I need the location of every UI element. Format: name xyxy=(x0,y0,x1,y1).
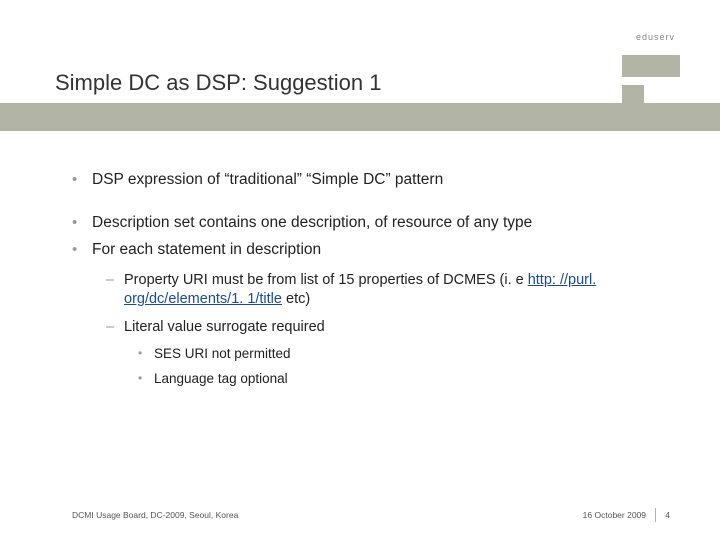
bullet-item: DSP expression of “traditional” “Simple … xyxy=(72,170,665,191)
sub-bullet-item: Property URI must be from list of 15 pro… xyxy=(92,271,665,310)
footer-page-number: 4 xyxy=(665,510,670,520)
bullet-text: DSP expression of “traditional” “Simple … xyxy=(92,171,443,188)
title-band xyxy=(0,103,720,131)
brand-label: eduserv xyxy=(636,32,675,42)
subsub-bullet-item: SES URI not permitted xyxy=(124,345,665,363)
slide-body: DSP expression of “traditional” “Simple … xyxy=(72,170,665,410)
sub-bullet-text: Literal value surrogate required xyxy=(124,319,325,335)
sub-bullet-item: Literal value surrogate required SES URI… xyxy=(92,318,665,388)
footer-date: 16 October 2009 xyxy=(583,510,646,520)
bullet-item: For each statement in description Proper… xyxy=(72,240,665,388)
slide: eduserv Simple DC as DSP: Suggestion 1 D… xyxy=(0,0,720,540)
bullet-text: For each statement in description xyxy=(92,241,321,258)
slide-title: Simple DC as DSP: Suggestion 1 xyxy=(55,70,382,96)
footer-left: DCMI Usage Board, DC-2009, Seoul, Korea xyxy=(72,510,238,520)
subsub-bullet-text: Language tag optional xyxy=(154,371,288,386)
footer-separator xyxy=(655,508,656,522)
sub-bullet-text: etc) xyxy=(286,291,310,307)
sub-bullet-text: Property URI must be from list of 15 pro… xyxy=(124,272,528,288)
bullet-item: Description set contains one description… xyxy=(72,213,665,234)
slide-footer: DCMI Usage Board, DC-2009, Seoul, Korea … xyxy=(72,510,680,520)
subsub-bullet-item: Language tag optional xyxy=(124,370,665,388)
bullet-text: Description set contains one description… xyxy=(92,214,532,231)
subsub-bullet-text: SES URI not permitted xyxy=(154,346,291,361)
